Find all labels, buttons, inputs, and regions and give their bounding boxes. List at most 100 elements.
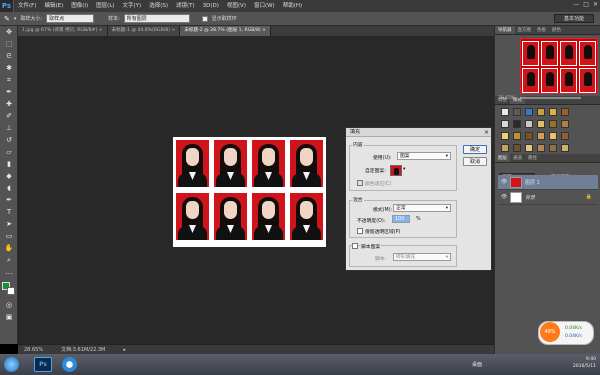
style-swatch[interactable] [525,108,533,116]
eraser-tool-icon[interactable]: ▱ [3,147,15,158]
eye-icon[interactable]: 👁 [501,194,507,200]
script-pattern-checkbox[interactable] [352,243,358,249]
preserve-transparency-checkbox[interactable] [357,228,363,234]
style-swatch[interactable] [513,132,521,140]
tab-layers[interactable]: 图层 [495,154,510,162]
style-swatch[interactable] [537,120,545,128]
quick-select-tool-icon[interactable]: ✱ [3,63,15,74]
tab-document-2[interactable]: 未标题-1 @ 44.8%(RGB/8) × [107,26,181,36]
navigator-zoom-bar[interactable]: 28.65% [498,96,598,103]
start-button-icon[interactable] [4,357,19,372]
mode-select[interactable]: 正常 ▾ [393,204,451,212]
menu-item[interactable]: 3D(D) [199,0,223,12]
move-tool-icon[interactable]: ✥ [3,27,15,38]
sample-select[interactable]: 所有图层 [123,14,190,23]
style-swatch[interactable] [525,144,533,152]
minimize-button[interactable]: — [573,1,579,8]
zoom-tool-icon[interactable]: ⌕ [3,255,15,266]
more-tools-icon[interactable]: … [3,267,15,278]
opacity-input[interactable]: 100 [392,215,410,223]
tab-color[interactable]: 颜色 [549,26,564,34]
gradient-tool-icon[interactable]: ▮ [3,159,15,170]
workspace-switcher[interactable]: 基本功能 [554,14,594,23]
style-swatch[interactable] [549,144,557,152]
tool-preset-chevron-icon[interactable]: ▾ [14,16,17,22]
menu-item[interactable]: 图层(L) [92,0,118,12]
system-tray-clock[interactable]: 9:40 2016/5/11 [573,356,596,370]
eyedropper-tool-icon[interactable]: ✒ [3,87,15,98]
pen-tool-icon[interactable]: ✒ [3,195,15,206]
hand-tool-icon[interactable]: ✋ [3,243,15,254]
style-swatch[interactable] [537,132,545,140]
style-swatch[interactable] [537,108,545,116]
quick-mask-icon[interactable]: ◎ [3,300,15,311]
custom-pattern-picker[interactable] [390,165,402,176]
layer-row-1[interactable]: 👁 图层 1 [498,175,598,190]
brush-tool-icon[interactable]: ✐ [3,111,15,122]
style-swatch[interactable] [501,120,509,128]
blur-tool-icon[interactable]: ◆ [3,171,15,182]
clone-stamp-tool-icon[interactable]: ⊥ [3,123,15,134]
close-button[interactable]: ✕ [593,1,598,8]
crop-tool-icon[interactable]: ⌗ [3,75,15,86]
script-select[interactable]: 砖形填充 ▾ [393,253,451,261]
cancel-button[interactable]: 取消 [463,157,487,166]
style-swatch[interactable] [561,144,569,152]
style-swatch[interactable] [501,132,509,140]
desktop-toolbar[interactable]: 桌面 [472,361,482,368]
menu-item[interactable]: 编辑(E) [40,0,67,12]
tab-navigator[interactable]: 导航器 [495,26,515,34]
type-tool-icon[interactable]: T [3,207,15,218]
net-usage-ball[interactable]: 49% [540,322,560,342]
tab-channels[interactable]: 通道 [510,154,525,162]
style-swatch[interactable] [525,120,533,128]
tab-swatches[interactable]: 色板 [534,26,549,34]
style-swatch[interactable] [525,132,533,140]
zoom-level[interactable]: 28.65% [24,347,43,353]
photoshop-taskbar-icon[interactable]: Ps [34,357,52,372]
tab-document-1[interactable]: 1.jpg @ 67% (背景 拷贝, RGB/8#) × [18,26,108,36]
color-adapt-checkbox[interactable] [357,180,363,186]
eyedropper-tool-icon[interactable]: ✎ [4,15,10,23]
style-swatch[interactable] [513,108,521,116]
lasso-tool-icon[interactable]: ᘓ [3,51,15,62]
chevron-down-icon[interactable]: ▾ [403,167,405,172]
menu-item[interactable]: 选择(S) [145,0,172,12]
use-select[interactable]: 图案 ▾ [397,152,451,160]
style-swatch[interactable] [561,108,569,116]
menu-item[interactable]: 窗口(W) [250,0,279,12]
style-swatch[interactable] [549,132,557,140]
style-swatch[interactable] [561,132,569,140]
menu-item[interactable]: 滤镜(T) [172,0,199,12]
dodge-tool-icon[interactable]: ◖ [3,183,15,194]
menu-item[interactable]: 视图(V) [223,0,250,12]
menu-item[interactable]: 帮助(H) [279,0,306,12]
dialog-title-bar[interactable]: 填充 × [346,128,491,137]
browser-taskbar-icon[interactable] [62,357,77,372]
layer-row-background[interactable]: 👁 背景 🔒 [498,190,598,205]
color-swatches[interactable] [2,282,16,296]
style-swatch[interactable] [537,144,545,152]
menu-item[interactable]: 文件(F) [14,0,40,12]
tab-paths[interactable]: 路径 [525,154,540,162]
marquee-tool-icon[interactable]: ⬚ [3,39,15,50]
background-color-swatch[interactable] [7,287,15,295]
navigator-zoom-slider[interactable] [520,96,581,99]
maximize-button[interactable]: □ [583,1,589,8]
navigator-preview[interactable] [520,38,598,94]
screen-mode-icon[interactable]: ▣ [3,312,15,323]
style-swatch[interactable] [501,144,509,152]
ok-button[interactable]: 确定 [463,145,487,154]
style-swatch[interactable] [549,108,557,116]
tab-histogram[interactable]: 直方图 [515,26,535,34]
status-arrow-icon[interactable]: ▸ [123,347,126,353]
sample-size-select[interactable]: 取样点 [46,14,95,23]
tab-document-3[interactable]: 未标题-2 @ 28.7% (图层 1, RGB/8) × [180,26,272,36]
show-ring-checkbox[interactable] [201,15,208,22]
document-image[interactable] [173,137,326,247]
style-swatch[interactable] [501,108,509,116]
style-swatch[interactable] [549,120,557,128]
menu-item[interactable]: 文字(Y) [119,0,146,12]
style-swatch[interactable] [513,120,521,128]
eye-icon[interactable]: 👁 [501,179,507,185]
